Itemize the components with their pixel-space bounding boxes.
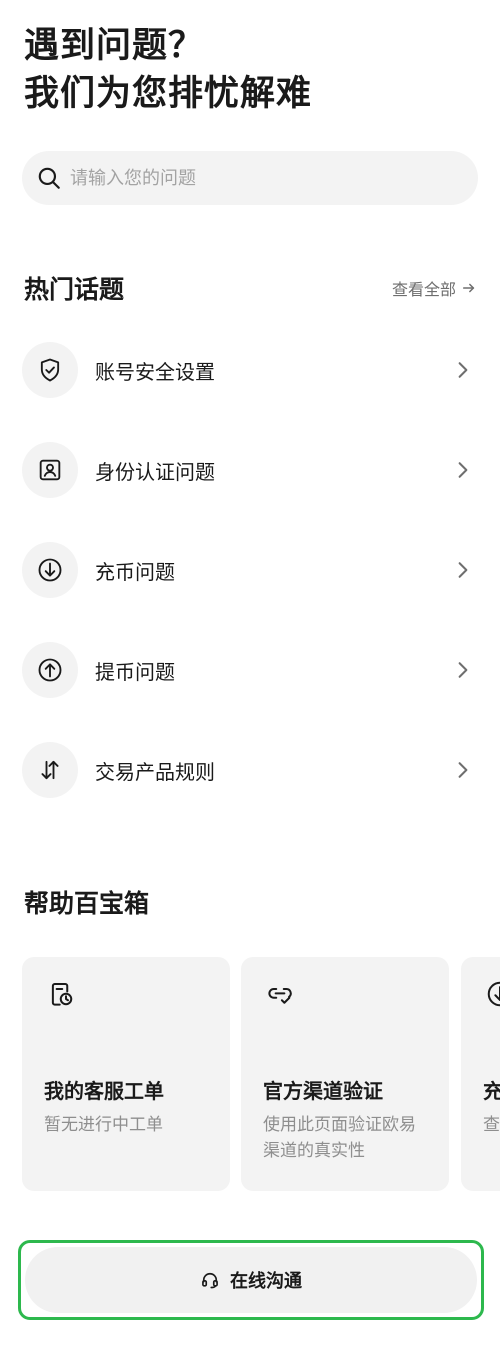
arrow-right-icon — [462, 283, 475, 293]
card-title: 官方渠道验证 — [263, 1079, 383, 1103]
topic-icon-wrap — [22, 542, 78, 598]
swap-arrows-icon — [41, 760, 59, 780]
deposit-arrow-down-icon — [487, 981, 500, 1007]
topic-item-withdraw[interactable]: 提币问题 — [0, 620, 500, 720]
card-my-tickets[interactable]: 我的客服工单 暂无进行中工单 — [22, 957, 230, 1191]
chevron-right-icon — [458, 762, 468, 778]
topic-icon-wrap — [22, 442, 78, 498]
card-title: 我的客服工单 — [44, 1079, 164, 1103]
help-center-page: 遇到问题？ 我们为您排忧解难 热门话题 查看全部 账号安全设置 — [0, 0, 500, 1356]
search-input[interactable] — [70, 167, 450, 189]
chevron-right-icon — [458, 462, 468, 478]
withdraw-arrow-up-icon — [38, 658, 62, 682]
card-official-channel-verify[interactable]: 官方渠道验证 使用此页面验证欧易渠道的真实性 — [241, 957, 449, 1191]
deposit-arrow-down-icon — [38, 558, 62, 582]
hot-topics-list: 账号安全设置 身份认证问题 充币问题 提币问题 交易产品规则 — [0, 320, 500, 820]
toolbox-title: 帮助百宝箱 — [24, 889, 150, 918]
id-card-icon — [39, 459, 61, 481]
topic-item-identity-verification[interactable]: 身份认证问题 — [0, 420, 500, 520]
online-chat-button[interactable]: 在线沟通 — [25, 1247, 477, 1313]
chat-highlight-frame: 在线沟通 — [18, 1240, 484, 1320]
card-deposit[interactable]: 充 查 — [461, 957, 500, 1191]
search-icon — [38, 167, 60, 189]
ticket-clock-icon — [51, 983, 73, 1006]
card-title: 充 — [483, 1079, 500, 1103]
page-title: 遇到问题？ 我们为您排忧解难 — [24, 22, 484, 118]
topic-label: 充币问题 — [95, 559, 175, 584]
card-description: 查 — [483, 1115, 500, 1135]
topic-label: 账号安全设置 — [95, 359, 215, 384]
topic-item-deposit[interactable]: 充币问题 — [0, 520, 500, 620]
topic-label: 交易产品规则 — [95, 759, 215, 784]
link-check-icon — [268, 988, 292, 1004]
hot-topics-title: 热门话题 — [24, 275, 125, 304]
view-all-link[interactable]: 查看全部 — [392, 276, 476, 300]
topic-icon-wrap — [22, 742, 78, 798]
topic-item-account-security[interactable]: 账号安全设置 — [0, 320, 500, 420]
chevron-right-icon — [458, 662, 468, 678]
chevron-right-icon — [458, 362, 468, 378]
topic-item-trading-rules[interactable]: 交易产品规则 — [0, 720, 500, 820]
toolbox-cards: 我的客服工单 暂无进行中工单 官方渠道验证 使用此页面验证欧易渠道的真实性 充 … — [22, 957, 500, 1191]
card-description: 使用此页面验证欧易渠道的真实性 — [263, 1115, 416, 1161]
topic-label: 提币问题 — [95, 659, 175, 684]
view-all-label: 查看全部 — [391, 280, 456, 299]
search-bar[interactable] — [22, 151, 478, 205]
topic-label: 身份认证问题 — [95, 459, 215, 484]
page-title-line1: 遇到问题？ — [24, 26, 205, 66]
chevron-right-icon — [458, 562, 468, 578]
online-chat-label: 在线沟通 — [230, 1271, 302, 1292]
shield-check-icon — [40, 358, 60, 382]
card-description: 暂无进行中工单 — [44, 1115, 163, 1135]
topic-icon-wrap — [22, 342, 78, 398]
topic-icon-wrap — [22, 642, 78, 698]
headset-icon — [202, 1272, 218, 1289]
page-title-line2: 我们为您排忧解难 — [24, 74, 313, 114]
